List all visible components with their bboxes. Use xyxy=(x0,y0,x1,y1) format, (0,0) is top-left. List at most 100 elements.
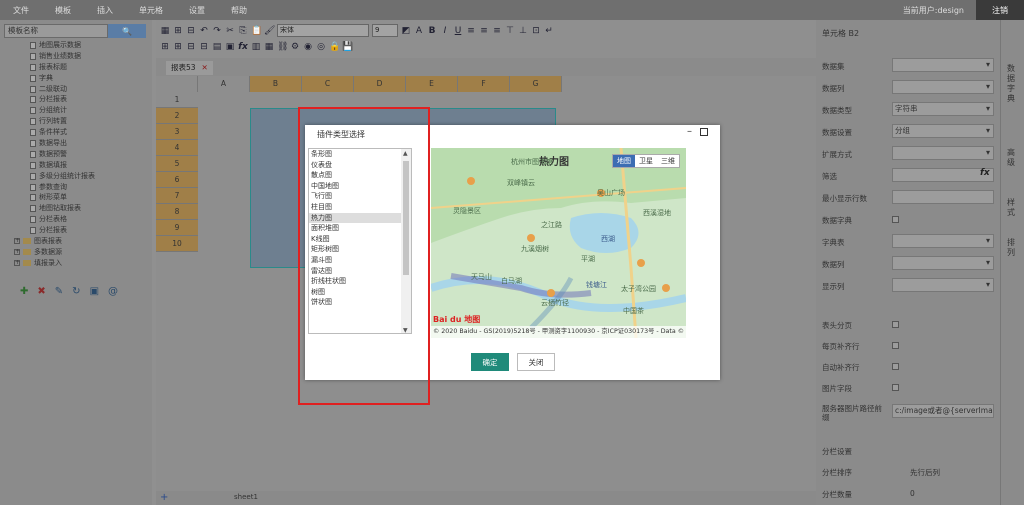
image-icon[interactable]: ▣ xyxy=(225,42,235,52)
insert-col-icon[interactable]: ⊞ xyxy=(173,42,183,52)
tree-item[interactable]: 地图钻取报表 xyxy=(0,203,150,214)
bold-icon[interactable]: B xyxy=(427,26,437,36)
logout-button[interactable]: 注销 xyxy=(976,0,1024,20)
tree-folder[interactable]: + 多数据源 xyxy=(0,247,150,258)
font-family-select[interactable]: 宋体 xyxy=(277,24,369,37)
barcode-icon[interactable]: ▥ xyxy=(251,42,261,52)
column-header[interactable]: G xyxy=(510,76,562,92)
undo-icon[interactable]: ↶ xyxy=(199,26,209,36)
maximize-icon[interactable] xyxy=(700,128,708,136)
align-left-icon[interactable]: ≡ xyxy=(466,26,476,36)
view-icon[interactable]: ◎ xyxy=(316,42,326,52)
edit-icon[interactable]: ✎ xyxy=(55,286,63,297)
column-header[interactable]: C xyxy=(302,76,354,92)
row-header[interactable]: 8 xyxy=(156,204,198,220)
redo-icon[interactable]: ↷ xyxy=(212,26,222,36)
menu-cell[interactable]: 单元格 xyxy=(126,5,176,16)
at-icon[interactable]: @ xyxy=(108,286,118,297)
border-icon[interactable]: ⊡ xyxy=(531,26,541,36)
side-tab[interactable]: 排列 xyxy=(1007,238,1019,258)
row-header[interactable]: 7 xyxy=(156,188,198,204)
preview-eye-icon[interactable]: ◉ xyxy=(303,42,313,52)
delete-icon[interactable]: ✖ xyxy=(37,286,45,297)
formula-icon[interactable]: fx xyxy=(980,168,990,178)
row-header[interactable]: 1 xyxy=(156,92,198,108)
prop-checkbox[interactable] xyxy=(892,216,899,223)
valign-top-icon[interactable]: ⊤ xyxy=(505,26,515,36)
prop-value[interactable]: 先行后列 xyxy=(910,467,940,478)
font-color-icon[interactable]: A xyxy=(414,26,424,36)
column-header[interactable]: B xyxy=(250,76,302,92)
wrap-icon[interactable]: ↵ xyxy=(544,26,554,36)
column-header[interactable]: A xyxy=(198,76,250,92)
prop-value[interactable]: 分组 xyxy=(892,124,994,138)
prop-value[interactable] xyxy=(892,278,994,292)
column-header[interactable]: E xyxy=(406,76,458,92)
prop-checkbox[interactable] xyxy=(892,321,899,328)
tree-item[interactable]: 条件样式 xyxy=(0,127,150,138)
paste-icon[interactable]: 📋 xyxy=(251,26,262,36)
save-icon[interactable]: 💾 xyxy=(342,42,353,52)
expand-icon[interactable]: + xyxy=(14,238,20,245)
expand-icon[interactable]: + xyxy=(14,249,20,256)
row-header[interactable]: 6 xyxy=(156,172,198,188)
tree-item[interactable]: 分栏报表 xyxy=(0,94,150,105)
side-tab[interactable]: 样式 xyxy=(1007,198,1019,218)
add-sheet-icon[interactable]: + xyxy=(160,491,168,505)
tree-item[interactable]: 树形菜单 xyxy=(0,192,150,203)
column-header[interactable]: D xyxy=(354,76,406,92)
fill-color-icon[interactable]: ◩ xyxy=(401,26,411,36)
delete-col-icon[interactable]: ⊟ xyxy=(199,42,209,52)
fx-icon[interactable]: fx xyxy=(238,42,248,52)
link-icon[interactable]: ⛓ xyxy=(277,42,288,52)
tree-item[interactable]: 报表标题 xyxy=(0,62,150,73)
search-button[interactable]: 🔍 xyxy=(108,24,146,38)
template-search-input[interactable]: 模板名称 xyxy=(4,24,108,38)
tree-item[interactable]: 数据导出 xyxy=(0,138,150,149)
italic-icon[interactable]: I xyxy=(440,26,450,36)
map-tab-map[interactable]: 地图 xyxy=(613,155,635,167)
prop-value[interactable]: c:/image或者@{serverImage xyxy=(892,404,994,418)
row-header[interactable]: 2 xyxy=(156,108,198,124)
table-icon[interactable]: ▦ xyxy=(160,26,170,36)
menu-help[interactable]: 帮助 xyxy=(218,5,260,16)
refresh-icon[interactable]: ↻ xyxy=(72,286,80,297)
side-tab[interactable]: 数据字典 xyxy=(1007,64,1019,104)
split-icon[interactable]: ⊟ xyxy=(186,26,196,36)
menu-template[interactable]: 模板 xyxy=(42,5,84,16)
tree-item[interactable]: 二级联动 xyxy=(0,84,150,95)
align-right-icon[interactable]: ≡ xyxy=(492,26,502,36)
side-tab[interactable]: 高级 xyxy=(1007,148,1019,168)
tree-item[interactable]: 数据预警 xyxy=(0,149,150,160)
expand-icon[interactable]: + xyxy=(14,260,20,267)
underline-icon[interactable]: U xyxy=(453,26,463,36)
confirm-button[interactable]: 确定 xyxy=(471,353,509,371)
close-button[interactable]: 关闭 xyxy=(517,353,555,371)
row-header[interactable]: 10 xyxy=(156,236,198,252)
lock-icon[interactable]: 🔒 xyxy=(329,42,340,52)
tree-item[interactable]: 分组统计 xyxy=(0,105,150,116)
heatmap-preview[interactable]: 热力图 地图 卫星 三维 杭州市图书馆 双峰镇云 灵隐景区 西湖 吴山广场 西溪… xyxy=(431,148,686,338)
tree-item[interactable]: 参数查询 xyxy=(0,182,150,193)
prop-value[interactable] xyxy=(892,58,994,72)
grid-corner[interactable] xyxy=(156,76,198,92)
prop-value[interactable]: 字符串 xyxy=(892,102,994,116)
tree-item[interactable]: 行列转置 xyxy=(0,116,150,127)
delete-row-icon[interactable]: ⊟ xyxy=(186,42,196,52)
tree-item[interactable]: 数据填报 xyxy=(0,160,150,171)
chart-icon[interactable]: ▤ xyxy=(212,42,222,52)
insert-row-icon[interactable]: ⊞ xyxy=(160,42,170,52)
tree-item[interactable]: 分栏表格 xyxy=(0,214,150,225)
tree-item[interactable]: 字典 xyxy=(0,73,150,84)
prop-checkbox[interactable] xyxy=(892,342,899,349)
menu-settings[interactable]: 设置 xyxy=(176,5,218,16)
prop-checkbox[interactable] xyxy=(892,363,899,370)
row-header[interactable]: 3 xyxy=(156,124,198,140)
prop-value[interactable]: 0 xyxy=(910,489,915,498)
prop-value[interactable] xyxy=(892,168,994,182)
close-tab-icon[interactable]: ✕ xyxy=(202,63,208,72)
tab-report[interactable]: 报表53 ✕ xyxy=(166,61,213,75)
valign-middle-icon[interactable]: ⊥ xyxy=(518,26,528,36)
menu-file[interactable]: 文件 xyxy=(0,5,42,16)
prop-value[interactable] xyxy=(892,234,994,248)
